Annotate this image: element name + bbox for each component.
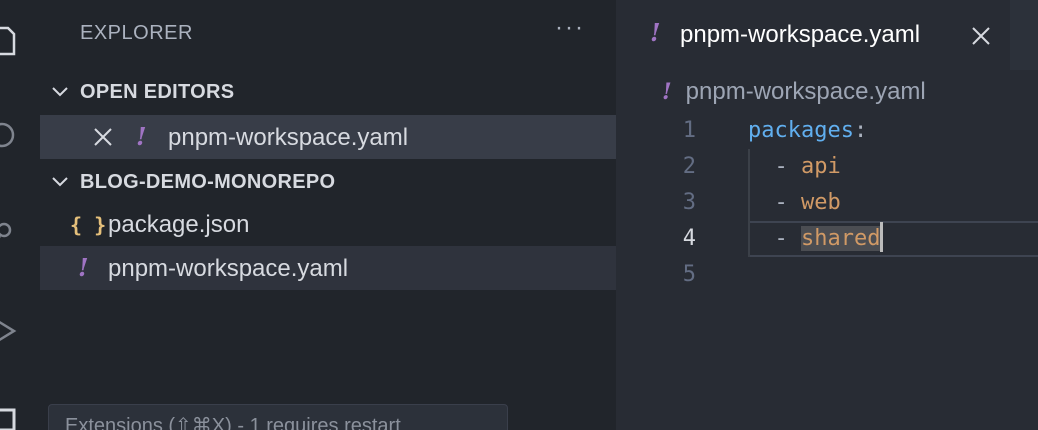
yaml-value: api bbox=[801, 154, 841, 179]
line-number: 5 bbox=[682, 262, 696, 287]
run-debug-icon[interactable] bbox=[0, 316, 18, 346]
yaml-dash: - bbox=[774, 190, 801, 215]
open-editor-label: pnpm-workspace.yaml bbox=[168, 124, 409, 151]
files-icon[interactable] bbox=[0, 26, 18, 56]
close-tab-icon[interactable] bbox=[970, 25, 992, 47]
file-label: pnpm-workspace.yaml bbox=[108, 255, 349, 282]
chevron-down-icon bbox=[40, 172, 80, 192]
source-control-icon[interactable] bbox=[0, 220, 18, 250]
project-folder-header[interactable]: BLOG-DEMO-MONOREPO bbox=[40, 162, 616, 202]
tab-pnpm-workspace[interactable]: ! pnpm-workspace.yaml bbox=[616, 0, 1010, 70]
tab-bar: ! pnpm-workspace.yaml bbox=[616, 0, 1038, 70]
search-icon[interactable] bbox=[0, 120, 18, 150]
line-number: 3 bbox=[682, 190, 696, 215]
breadcrumb-label: pnpm-workspace.yaml bbox=[685, 78, 926, 105]
code-line[interactable]: 5 bbox=[616, 257, 1038, 293]
more-actions-button[interactable]: ··· bbox=[555, 14, 585, 42]
yaml-value: web bbox=[801, 190, 841, 215]
chevron-down-icon bbox=[40, 82, 80, 102]
code-line[interactable]: 3 - web bbox=[616, 185, 1038, 221]
yaml-icon: ! bbox=[662, 79, 672, 105]
open-editors-header[interactable]: OPEN EDITORS bbox=[40, 72, 616, 112]
text-cursor bbox=[880, 222, 884, 252]
code-line[interactable]: 1 packages: bbox=[616, 113, 1038, 149]
editor-area: ! pnpm-workspace.yaml ! pnpm-workspace.ya… bbox=[616, 0, 1038, 430]
yaml-icon: ! bbox=[78, 253, 89, 282]
file-label: package.json bbox=[108, 211, 250, 238]
yaml-icon: ! bbox=[650, 18, 661, 47]
line-number: 2 bbox=[682, 154, 696, 179]
extensions-icon[interactable] bbox=[0, 404, 18, 430]
open-editor-item[interactable]: ! pnpm-workspace.yaml bbox=[40, 115, 616, 159]
sidebar-title: EXPLORER bbox=[80, 22, 193, 44]
yaml-dash: - bbox=[774, 154, 801, 179]
yaml-icon: ! bbox=[136, 122, 147, 151]
yaml-dash: - bbox=[774, 226, 801, 251]
line-number: 4 bbox=[682, 226, 696, 251]
code-line-current[interactable]: 4 - shared bbox=[616, 221, 1038, 257]
yaml-colon: : bbox=[853, 118, 868, 143]
extensions-tooltip: Extensions (⇧⌘X) - 1 requires restart bbox=[48, 404, 508, 430]
yaml-value-selected: shared bbox=[801, 226, 881, 251]
file-item-pnpm-workspace[interactable]: ! pnpm-workspace.yaml bbox=[40, 246, 616, 290]
tab-label: pnpm-workspace.yaml bbox=[680, 21, 921, 48]
section-label: OPEN EDITORS bbox=[80, 80, 235, 103]
file-item-package-json[interactable]: { } package.json bbox=[40, 202, 616, 246]
close-editor-icon[interactable] bbox=[92, 126, 114, 148]
code-editor[interactable]: 1 packages: 2 - api 3 - web 4 - shared 5 bbox=[616, 113, 1038, 293]
activity-bar bbox=[0, 0, 40, 430]
yaml-key: packages bbox=[748, 118, 854, 143]
code-line[interactable]: 2 - api bbox=[616, 149, 1038, 185]
section-label: BLOG-DEMO-MONOREPO bbox=[80, 170, 336, 193]
explorer-sidebar: EXPLORER ··· OPEN EDITORS ! pnpm-workspa… bbox=[40, 0, 616, 430]
line-number: 1 bbox=[682, 118, 696, 143]
json-icon: { } bbox=[70, 213, 107, 237]
tab-scrollbar[interactable] bbox=[1010, 0, 1038, 70]
breadcrumb[interactable]: ! pnpm-workspace.yaml bbox=[662, 78, 926, 106]
